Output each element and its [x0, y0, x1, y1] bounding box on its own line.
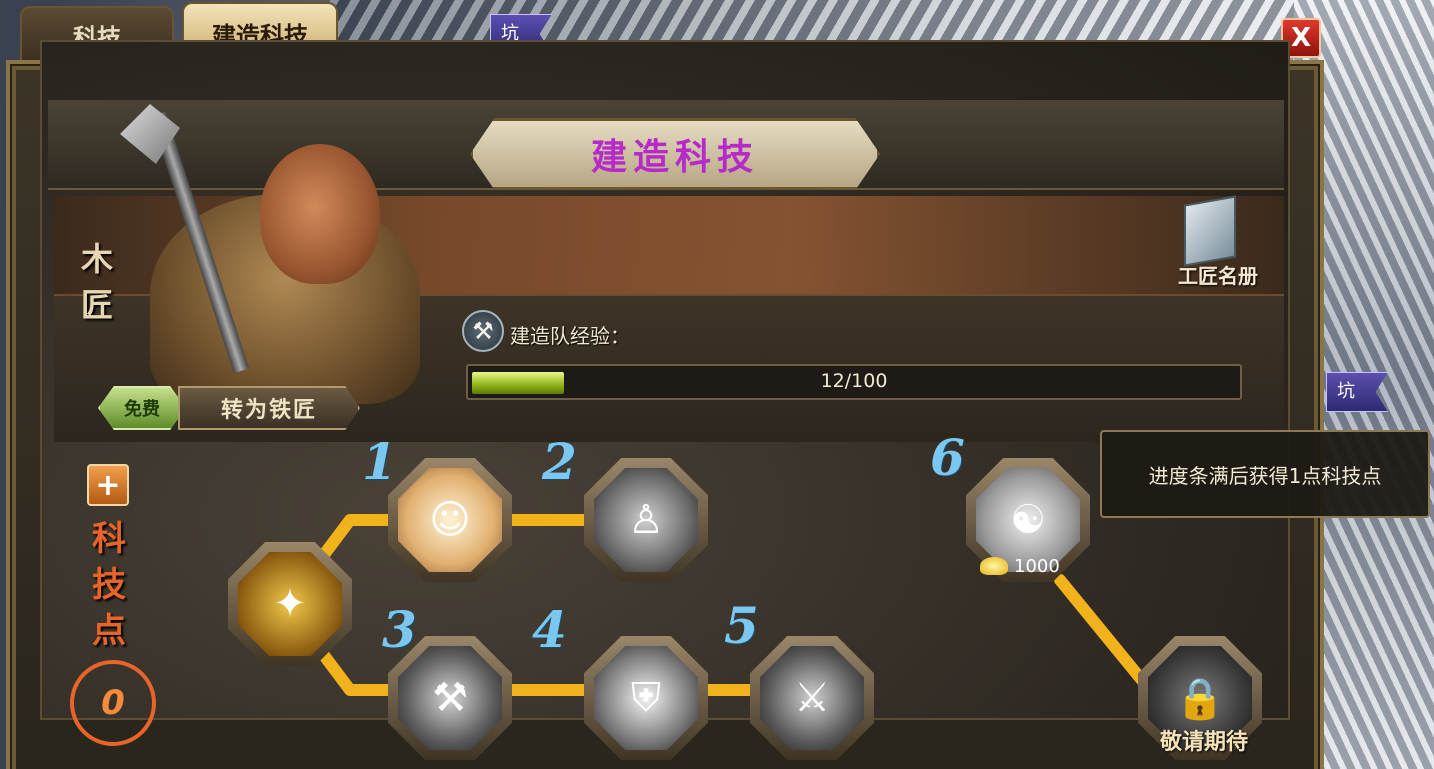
- officials-group-icon: ♙: [594, 468, 698, 572]
- shield-icon: ⛨: [594, 646, 698, 750]
- coming-soon-label: 敬请期待: [1159, 730, 1248, 755]
- tech-node-number: 3: [382, 600, 417, 659]
- tech-node-number: 2: [542, 432, 577, 491]
- battering-ram-icon: ⚔: [760, 646, 864, 750]
- couple-portrait-icon: ☺: [398, 468, 502, 572]
- tech-node-number: 5: [724, 596, 759, 655]
- tech-node-number: 6: [930, 428, 965, 487]
- gold-ingot-icon: [980, 557, 1008, 575]
- stone-hammer-icon: ⚒: [398, 646, 502, 750]
- tech-node-6-cost: 1000: [980, 552, 1090, 580]
- tech-node-number: 4: [532, 600, 567, 659]
- tech-node-number: 1: [362, 432, 397, 491]
- path-6-to-locked: [1054, 574, 1156, 696]
- cost-value: 1000: [1014, 555, 1060, 577]
- golden-beast-armor-icon: ✦: [238, 552, 342, 656]
- experience-tooltip: 进度条满后获得1点科技点: [1100, 430, 1430, 518]
